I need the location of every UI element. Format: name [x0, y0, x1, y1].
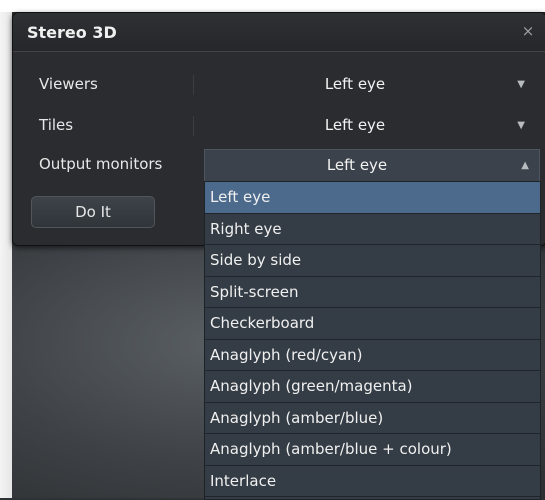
- row-viewers: Viewers Left eye ▼: [13, 69, 545, 101]
- dropdown-option-right-eye[interactable]: Right eye: [205, 214, 540, 245]
- output-monitors-dropdown: Left eye Right eye Side by side Split-sc…: [204, 181, 541, 500]
- dropdown-option-split-screen[interactable]: Split-screen: [205, 277, 540, 308]
- backdrop-top: [0, 0, 545, 12]
- output-monitors-value: Left eye: [326, 156, 388, 174]
- dropdown-option-anaglyph-amber-blue-colour[interactable]: Anaglyph (amber/blue + colour): [205, 434, 540, 466]
- close-icon[interactable]: ×: [520, 23, 536, 39]
- tiles-value: Left eye: [324, 116, 386, 134]
- backdrop-left-edge: [0, 12, 12, 498]
- row-output-monitors: Output monitors Left eye ▲: [13, 149, 545, 183]
- dropdown-option-checkerboard[interactable]: Checkerboard: [205, 308, 540, 340]
- dropdown-option-side-by-side[interactable]: Side by side: [205, 245, 540, 277]
- dropdown-option-anaglyph-red-cyan[interactable]: Anaglyph (red/cyan): [205, 340, 540, 371]
- dialog-title: Stereo 3D: [27, 23, 117, 42]
- chevron-down-icon: ▼: [517, 79, 525, 90]
- tiles-select[interactable]: Left eye ▼: [205, 110, 535, 142]
- dropdown-option-interlace[interactable]: Interlace: [205, 466, 540, 497]
- row-tiles: Tiles Left eye ▼: [13, 110, 545, 142]
- tiles-label: Tiles: [39, 116, 74, 134]
- chevron-down-icon: ▼: [517, 120, 525, 131]
- chevron-up-icon: ▲: [521, 160, 529, 171]
- output-monitors-label: Output monitors: [39, 155, 163, 173]
- do-it-button[interactable]: Do It: [31, 196, 155, 228]
- row-divider: [193, 75, 194, 95]
- dialog-titlebar: Stereo 3D ×: [13, 13, 545, 52]
- dropdown-option-anaglyph-green-magenta[interactable]: Anaglyph (green/magenta): [205, 371, 540, 403]
- row-divider: [193, 116, 194, 136]
- dropdown-option-anaglyph-amber-blue[interactable]: Anaglyph (amber/blue): [205, 403, 540, 434]
- output-monitors-select[interactable]: Left eye ▲: [204, 149, 540, 183]
- dropdown-option-left-eye[interactable]: Left eye: [205, 182, 540, 214]
- viewers-value: Left eye: [324, 75, 386, 93]
- viewers-select[interactable]: Left eye ▼: [205, 69, 535, 101]
- viewers-label: Viewers: [39, 75, 98, 93]
